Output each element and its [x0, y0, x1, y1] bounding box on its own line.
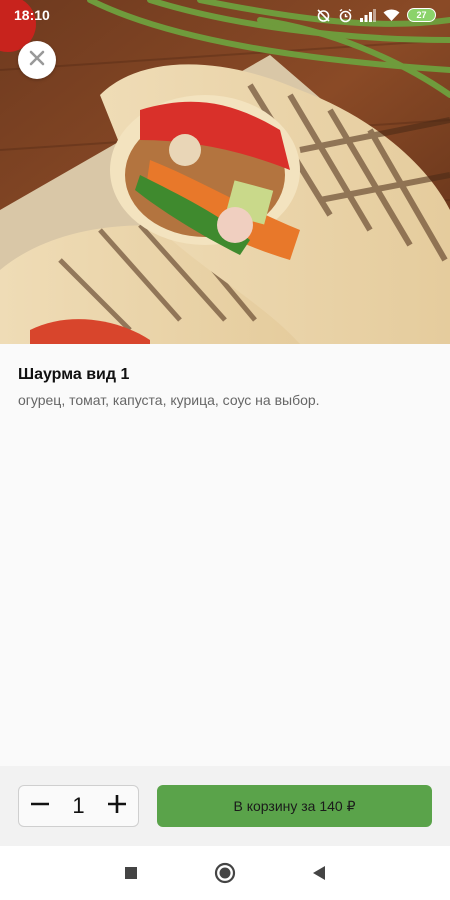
quantity-stepper: 1 — [18, 785, 139, 827]
home-circle-icon[interactable] — [214, 862, 236, 884]
close-icon — [29, 50, 45, 71]
wifi-icon — [383, 9, 400, 22]
quantity-value: 1 — [72, 793, 85, 818]
alarm-icon — [338, 8, 353, 23]
plus-icon — [107, 794, 127, 819]
back-triangle-icon[interactable] — [312, 865, 326, 881]
recents-square-icon[interactable] — [124, 866, 138, 880]
system-nav-bar — [0, 846, 450, 900]
shawarma-illustration — [0, 0, 450, 344]
status-icons: 27 — [316, 8, 436, 23]
product-title: Шаурма вид 1 — [18, 366, 130, 383]
close-button[interactable] — [18, 41, 56, 79]
status-time: 18:10 — [14, 7, 50, 23]
increase-button[interactable] — [104, 793, 130, 819]
minus-icon — [30, 794, 50, 819]
battery-icon: 27 — [407, 8, 436, 22]
order-bar: 1 В корзину за 140 ₽ — [0, 766, 450, 846]
product-details: Шаурма вид 1 огурец, томат, капуста, кур… — [0, 344, 450, 766]
signal-icon — [360, 8, 376, 22]
decrease-button[interactable] — [27, 793, 53, 819]
alarm-off-icon — [316, 8, 331, 23]
status-bar: 18:10 27 — [0, 0, 450, 30]
add-to-cart-button[interactable]: В корзину за 140 ₽ — [157, 785, 432, 827]
product-photo — [0, 0, 450, 344]
product-description: огурец, томат, капуста, курица, соус на … — [18, 392, 320, 408]
